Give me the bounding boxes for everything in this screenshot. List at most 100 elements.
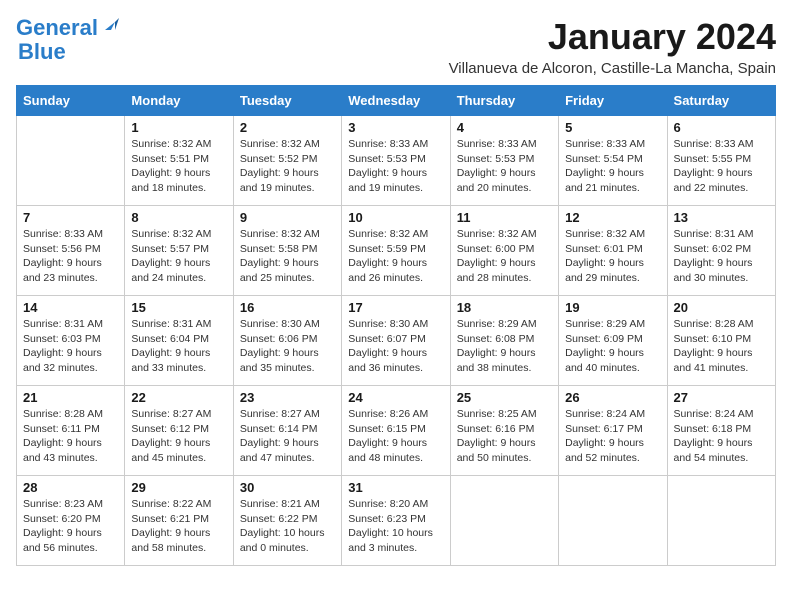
calendar-cell: 14Sunrise: 8:31 AMSunset: 6:03 PMDayligh…: [17, 296, 125, 386]
calendar-cell: 12Sunrise: 8:32 AMSunset: 6:01 PMDayligh…: [559, 206, 667, 296]
weekday-header-thursday: Thursday: [450, 86, 558, 116]
calendar-cell: 7 Sunrise: 8:33 AMSunset: 5:56 PMDaylight…: [17, 206, 125, 296]
calendar-week-row: 7 Sunrise: 8:33 AMSunset: 5:56 PMDaylight…: [17, 206, 776, 296]
calendar-cell: 23 Sunrise: 8:27 AMSunset: 6:14 PMDayligh…: [233, 386, 341, 476]
day-number: 21: [23, 390, 118, 405]
day-detail: Sunrise: 8:31 AMSunset: 6:04 PMDaylight:…: [131, 317, 226, 376]
day-number: 31: [348, 480, 443, 495]
calendar-cell: 18 Sunrise: 8:29 AMSunset: 6:08 PMDayligh…: [450, 296, 558, 386]
day-number: 3: [348, 120, 443, 135]
day-number: 16: [240, 300, 335, 315]
calendar-header-row: SundayMondayTuesdayWednesdayThursdayFrid…: [17, 86, 776, 116]
day-detail: Sunrise: 8:27 AMSunset: 6:12 PMDaylight:…: [131, 407, 226, 466]
day-detail: Sunrise: 8:30 AMSunset: 6:07 PMDaylight:…: [348, 317, 443, 376]
day-number: 25: [457, 390, 552, 405]
day-detail: Sunrise: 8:32 AMSunset: 5:58 PMDaylight:…: [240, 227, 335, 286]
day-detail: Sunrise: 8:33 AMSunset: 5:54 PMDaylight:…: [565, 137, 660, 196]
calendar-cell: 19Sunrise: 8:29 AMSunset: 6:09 PMDayligh…: [559, 296, 667, 386]
calendar-cell: 29Sunrise: 8:22 AMSunset: 6:21 PMDayligh…: [125, 476, 233, 566]
day-number: 12: [565, 210, 660, 225]
day-number: 8: [131, 210, 226, 225]
calendar-cell: 27 Sunrise: 8:24 AMSunset: 6:18 PMDayligh…: [667, 386, 775, 476]
calendar-cell: 8 Sunrise: 8:32 AMSunset: 5:57 PMDaylight…: [125, 206, 233, 296]
calendar-cell: 11 Sunrise: 8:32 AMSunset: 6:00 PMDayligh…: [450, 206, 558, 296]
calendar-week-row: 28Sunrise: 8:23 AMSunset: 6:20 PMDayligh…: [17, 476, 776, 566]
calendar-week-row: 21 Sunrise: 8:28 AMSunset: 6:11 PMDayligh…: [17, 386, 776, 476]
calendar-cell: 15 Sunrise: 8:31 AMSunset: 6:04 PMDayligh…: [125, 296, 233, 386]
day-number: 29: [131, 480, 226, 495]
day-number: 1: [131, 120, 226, 135]
weekday-header-saturday: Saturday: [667, 86, 775, 116]
day-number: 24: [348, 390, 443, 405]
day-number: 7: [23, 210, 118, 225]
weekday-header-friday: Friday: [559, 86, 667, 116]
calendar-week-row: 1 Sunrise: 8:32 AMSunset: 5:51 PMDaylight…: [17, 116, 776, 206]
calendar-cell: 4 Sunrise: 8:33 AMSunset: 5:53 PMDaylight…: [450, 116, 558, 206]
day-number: 5: [565, 120, 660, 135]
day-detail: Sunrise: 8:25 AMSunset: 6:16 PMDaylight:…: [457, 407, 552, 466]
title-block: January 2024 Villanueva de Alcoron, Cast…: [449, 16, 776, 77]
day-number: 30: [240, 480, 335, 495]
day-number: 14: [23, 300, 118, 315]
day-detail: Sunrise: 8:33 AMSunset: 5:53 PMDaylight:…: [457, 137, 552, 196]
location-subtitle: Villanueva de Alcoron, Castille-La Manch…: [449, 60, 776, 77]
day-detail: Sunrise: 8:26 AMSunset: 6:15 PMDaylight:…: [348, 407, 443, 466]
calendar-week-row: 14Sunrise: 8:31 AMSunset: 6:03 PMDayligh…: [17, 296, 776, 386]
calendar-cell: [450, 476, 558, 566]
logo-general: General: [16, 16, 98, 40]
day-number: 10: [348, 210, 443, 225]
calendar-cell: 28Sunrise: 8:23 AMSunset: 6:20 PMDayligh…: [17, 476, 125, 566]
weekday-header-tuesday: Tuesday: [233, 86, 341, 116]
day-number: 11: [457, 210, 552, 225]
logo: General Blue: [16, 16, 119, 64]
day-number: 9: [240, 210, 335, 225]
day-detail: Sunrise: 8:32 AMSunset: 5:51 PMDaylight:…: [131, 137, 226, 196]
calendar-cell: 10Sunrise: 8:32 AMSunset: 5:59 PMDayligh…: [342, 206, 450, 296]
day-detail: Sunrise: 8:33 AMSunset: 5:53 PMDaylight:…: [348, 137, 443, 196]
day-detail: Sunrise: 8:30 AMSunset: 6:06 PMDaylight:…: [240, 317, 335, 376]
day-detail: Sunrise: 8:27 AMSunset: 6:14 PMDaylight:…: [240, 407, 335, 466]
logo-blue: Blue: [18, 39, 66, 64]
day-detail: Sunrise: 8:32 AMSunset: 6:00 PMDaylight:…: [457, 227, 552, 286]
day-detail: Sunrise: 8:28 AMSunset: 6:11 PMDaylight:…: [23, 407, 118, 466]
calendar-cell: [667, 476, 775, 566]
calendar-cell: 16 Sunrise: 8:30 AMSunset: 6:06 PMDayligh…: [233, 296, 341, 386]
calendar-cell: 24 Sunrise: 8:26 AMSunset: 6:15 PMDayligh…: [342, 386, 450, 476]
calendar-cell: 3 Sunrise: 8:33 AMSunset: 5:53 PMDaylight…: [342, 116, 450, 206]
calendar-cell: 31 Sunrise: 8:20 AMSunset: 6:23 PMDayligh…: [342, 476, 450, 566]
day-number: 26: [565, 390, 660, 405]
calendar-cell: 2Sunrise: 8:32 AMSunset: 5:52 PMDaylight…: [233, 116, 341, 206]
weekday-header-monday: Monday: [125, 86, 233, 116]
day-number: 20: [674, 300, 769, 315]
day-detail: Sunrise: 8:28 AMSunset: 6:10 PMDaylight:…: [674, 317, 769, 376]
day-number: 22: [131, 390, 226, 405]
calendar-table: SundayMondayTuesdayWednesdayThursdayFrid…: [16, 85, 776, 566]
day-number: 28: [23, 480, 118, 495]
day-detail: Sunrise: 8:21 AMSunset: 6:22 PMDaylight:…: [240, 497, 335, 556]
calendar-cell: 26Sunrise: 8:24 AMSunset: 6:17 PMDayligh…: [559, 386, 667, 476]
calendar-cell: 20 Sunrise: 8:28 AMSunset: 6:10 PMDayligh…: [667, 296, 775, 386]
calendar-cell: 30 Sunrise: 8:21 AMSunset: 6:22 PMDayligh…: [233, 476, 341, 566]
day-number: 4: [457, 120, 552, 135]
weekday-header-sunday: Sunday: [17, 86, 125, 116]
calendar-cell: 13Sunrise: 8:31 AMSunset: 6:02 PMDayligh…: [667, 206, 775, 296]
page-header: General Blue January 2024 Villanueva de …: [16, 16, 776, 77]
calendar-cell: [17, 116, 125, 206]
day-number: 27: [674, 390, 769, 405]
calendar-cell: 6Sunrise: 8:33 AMSunset: 5:55 PMDaylight…: [667, 116, 775, 206]
day-detail: Sunrise: 8:29 AMSunset: 6:08 PMDaylight:…: [457, 317, 552, 376]
day-detail: Sunrise: 8:32 AMSunset: 5:52 PMDaylight:…: [240, 137, 335, 196]
day-number: 18: [457, 300, 552, 315]
day-number: 15: [131, 300, 226, 315]
day-detail: Sunrise: 8:32 AMSunset: 5:57 PMDaylight:…: [131, 227, 226, 286]
day-detail: Sunrise: 8:20 AMSunset: 6:23 PMDaylight:…: [348, 497, 443, 556]
day-detail: Sunrise: 8:33 AMSunset: 5:56 PMDaylight:…: [23, 227, 118, 286]
calendar-cell: 17Sunrise: 8:30 AMSunset: 6:07 PMDayligh…: [342, 296, 450, 386]
day-number: 13: [674, 210, 769, 225]
day-number: 23: [240, 390, 335, 405]
calendar-cell: [559, 476, 667, 566]
weekday-header-wednesday: Wednesday: [342, 86, 450, 116]
calendar-cell: 22 Sunrise: 8:27 AMSunset: 6:12 PMDayligh…: [125, 386, 233, 476]
calendar-cell: 25 Sunrise: 8:25 AMSunset: 6:16 PMDayligh…: [450, 386, 558, 476]
day-detail: Sunrise: 8:24 AMSunset: 6:18 PMDaylight:…: [674, 407, 769, 466]
